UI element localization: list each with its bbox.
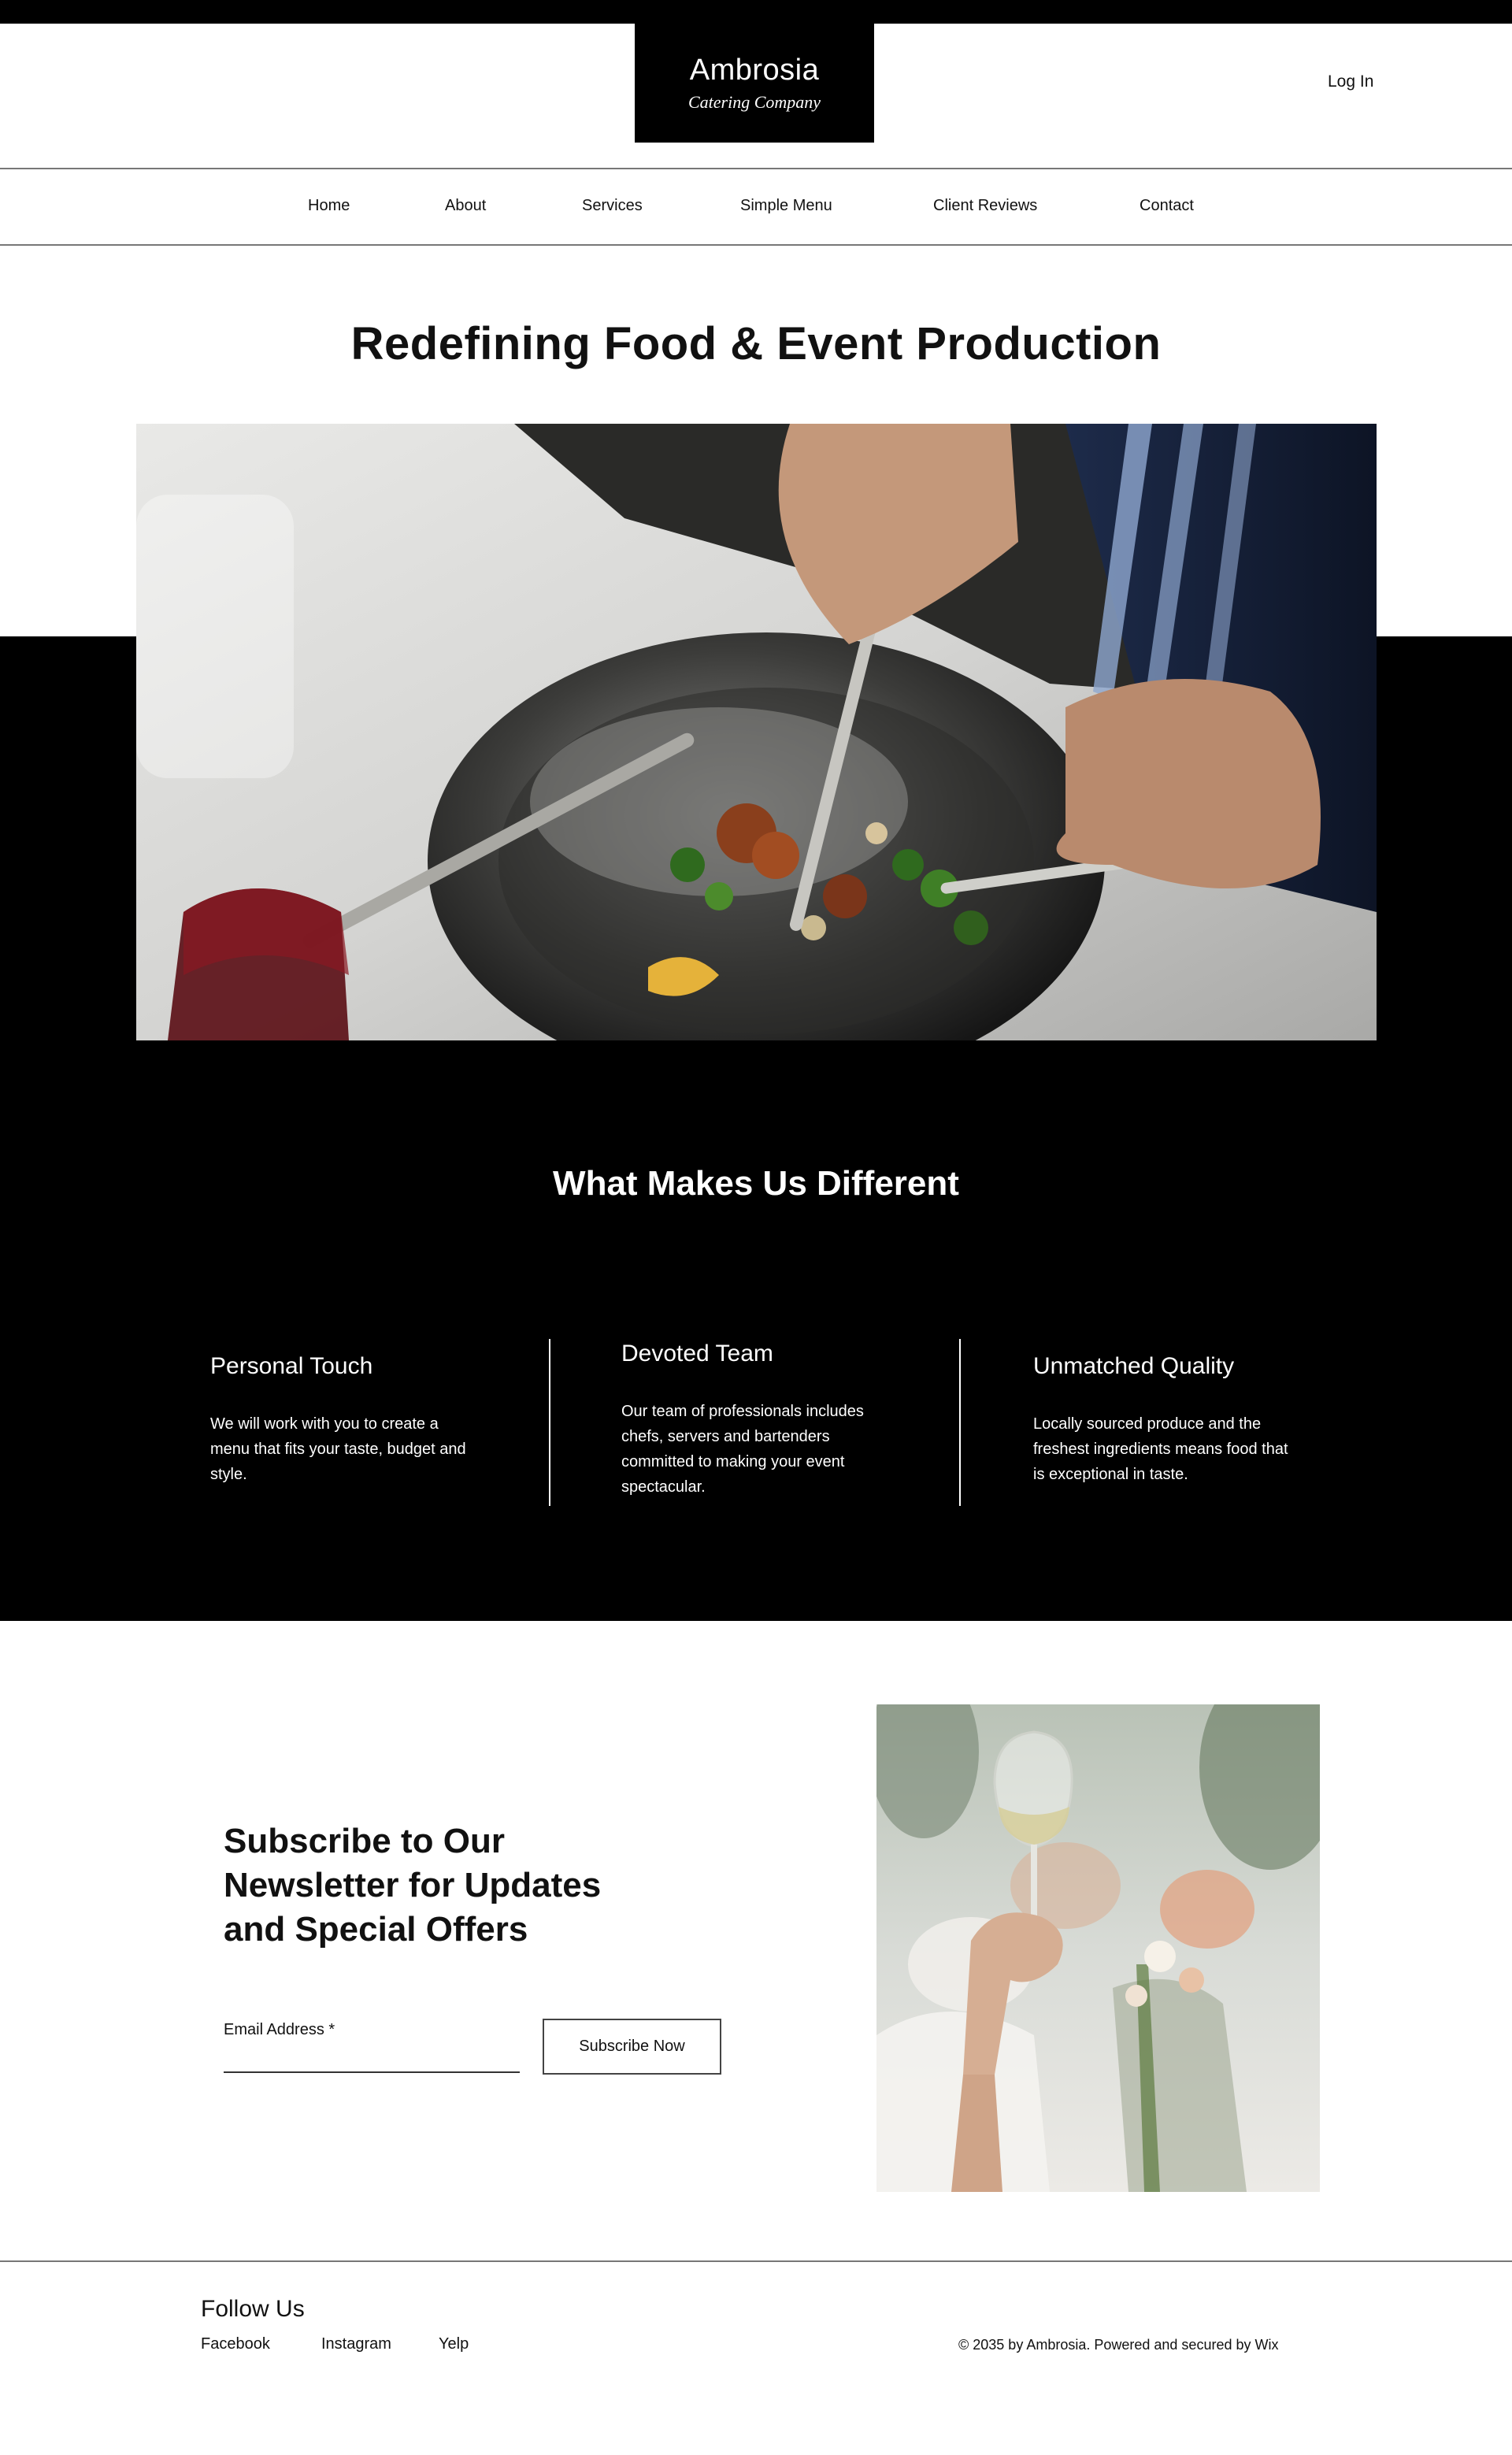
footer-divider [0, 2260, 1512, 2262]
feature-text: Our team of professionals includes chefs… [621, 1403, 864, 1496]
nav-item-about[interactable]: About [445, 197, 486, 215]
facebook-link[interactable]: Facebook [201, 2335, 270, 2353]
nav-item-home[interactable]: Home [308, 197, 350, 215]
feature-divider [959, 1339, 961, 1506]
nav-divider-bottom [0, 244, 1512, 246]
email-field[interactable] [224, 2045, 520, 2073]
follow-title: Follow Us [201, 2296, 305, 2322]
subscribe-button[interactable]: Subscribe Now [543, 2019, 721, 2075]
login-link[interactable]: Log In [1328, 72, 1373, 91]
nav-item-services[interactable]: Services [582, 197, 643, 215]
nav-item-contact[interactable]: Contact [1140, 197, 1194, 215]
nav-item-client-reviews[interactable]: Client Reviews [933, 197, 1037, 215]
hero-title: Redefining Food & Event Production [350, 318, 1162, 369]
feature-unmatched-quality: Unmatched Quality Locally sourced produc… [1033, 1353, 1301, 1487]
feature-personal-touch: Personal Touch We will work with you to … [210, 1353, 478, 1487]
feature-title: Devoted Team [621, 1341, 773, 1367]
newsletter-title: Subscribe to Our Newsletter for Updates … [224, 1822, 602, 1949]
feature-text: Locally sourced produce and the freshest… [1033, 1415, 1288, 1483]
feature-title: Unmatched Quality [1033, 1353, 1235, 1379]
email-label: Email Address * [224, 2021, 335, 2038]
feature-text: We will work with you to create a menu t… [210, 1415, 466, 1483]
feature-title: Personal Touch [210, 1353, 373, 1379]
feature-divider [549, 1339, 550, 1506]
feature-devoted-team: Devoted Team Our team of professionals i… [621, 1341, 889, 1500]
yelp-link[interactable]: Yelp [439, 2335, 469, 2353]
nav-item-simple-menu[interactable]: Simple Menu [740, 197, 832, 215]
features-title: What Makes Us Different [553, 1164, 959, 1203]
top-strip [0, 0, 1512, 24]
main-nav: Home About Services Simple Menu Client R… [0, 169, 1512, 244]
logo-name: Ambrosia [689, 54, 820, 87]
instagram-link[interactable]: Instagram [321, 2335, 391, 2353]
copyright-text: © 2035 by Ambrosia. Powered and secured … [958, 2337, 1279, 2353]
site-logo[interactable]: Ambrosia Catering Company [635, 24, 874, 143]
hero-image [136, 424, 1377, 1040]
toast-image [876, 1704, 1320, 2192]
logo-tagline: Catering Company [687, 92, 821, 112]
